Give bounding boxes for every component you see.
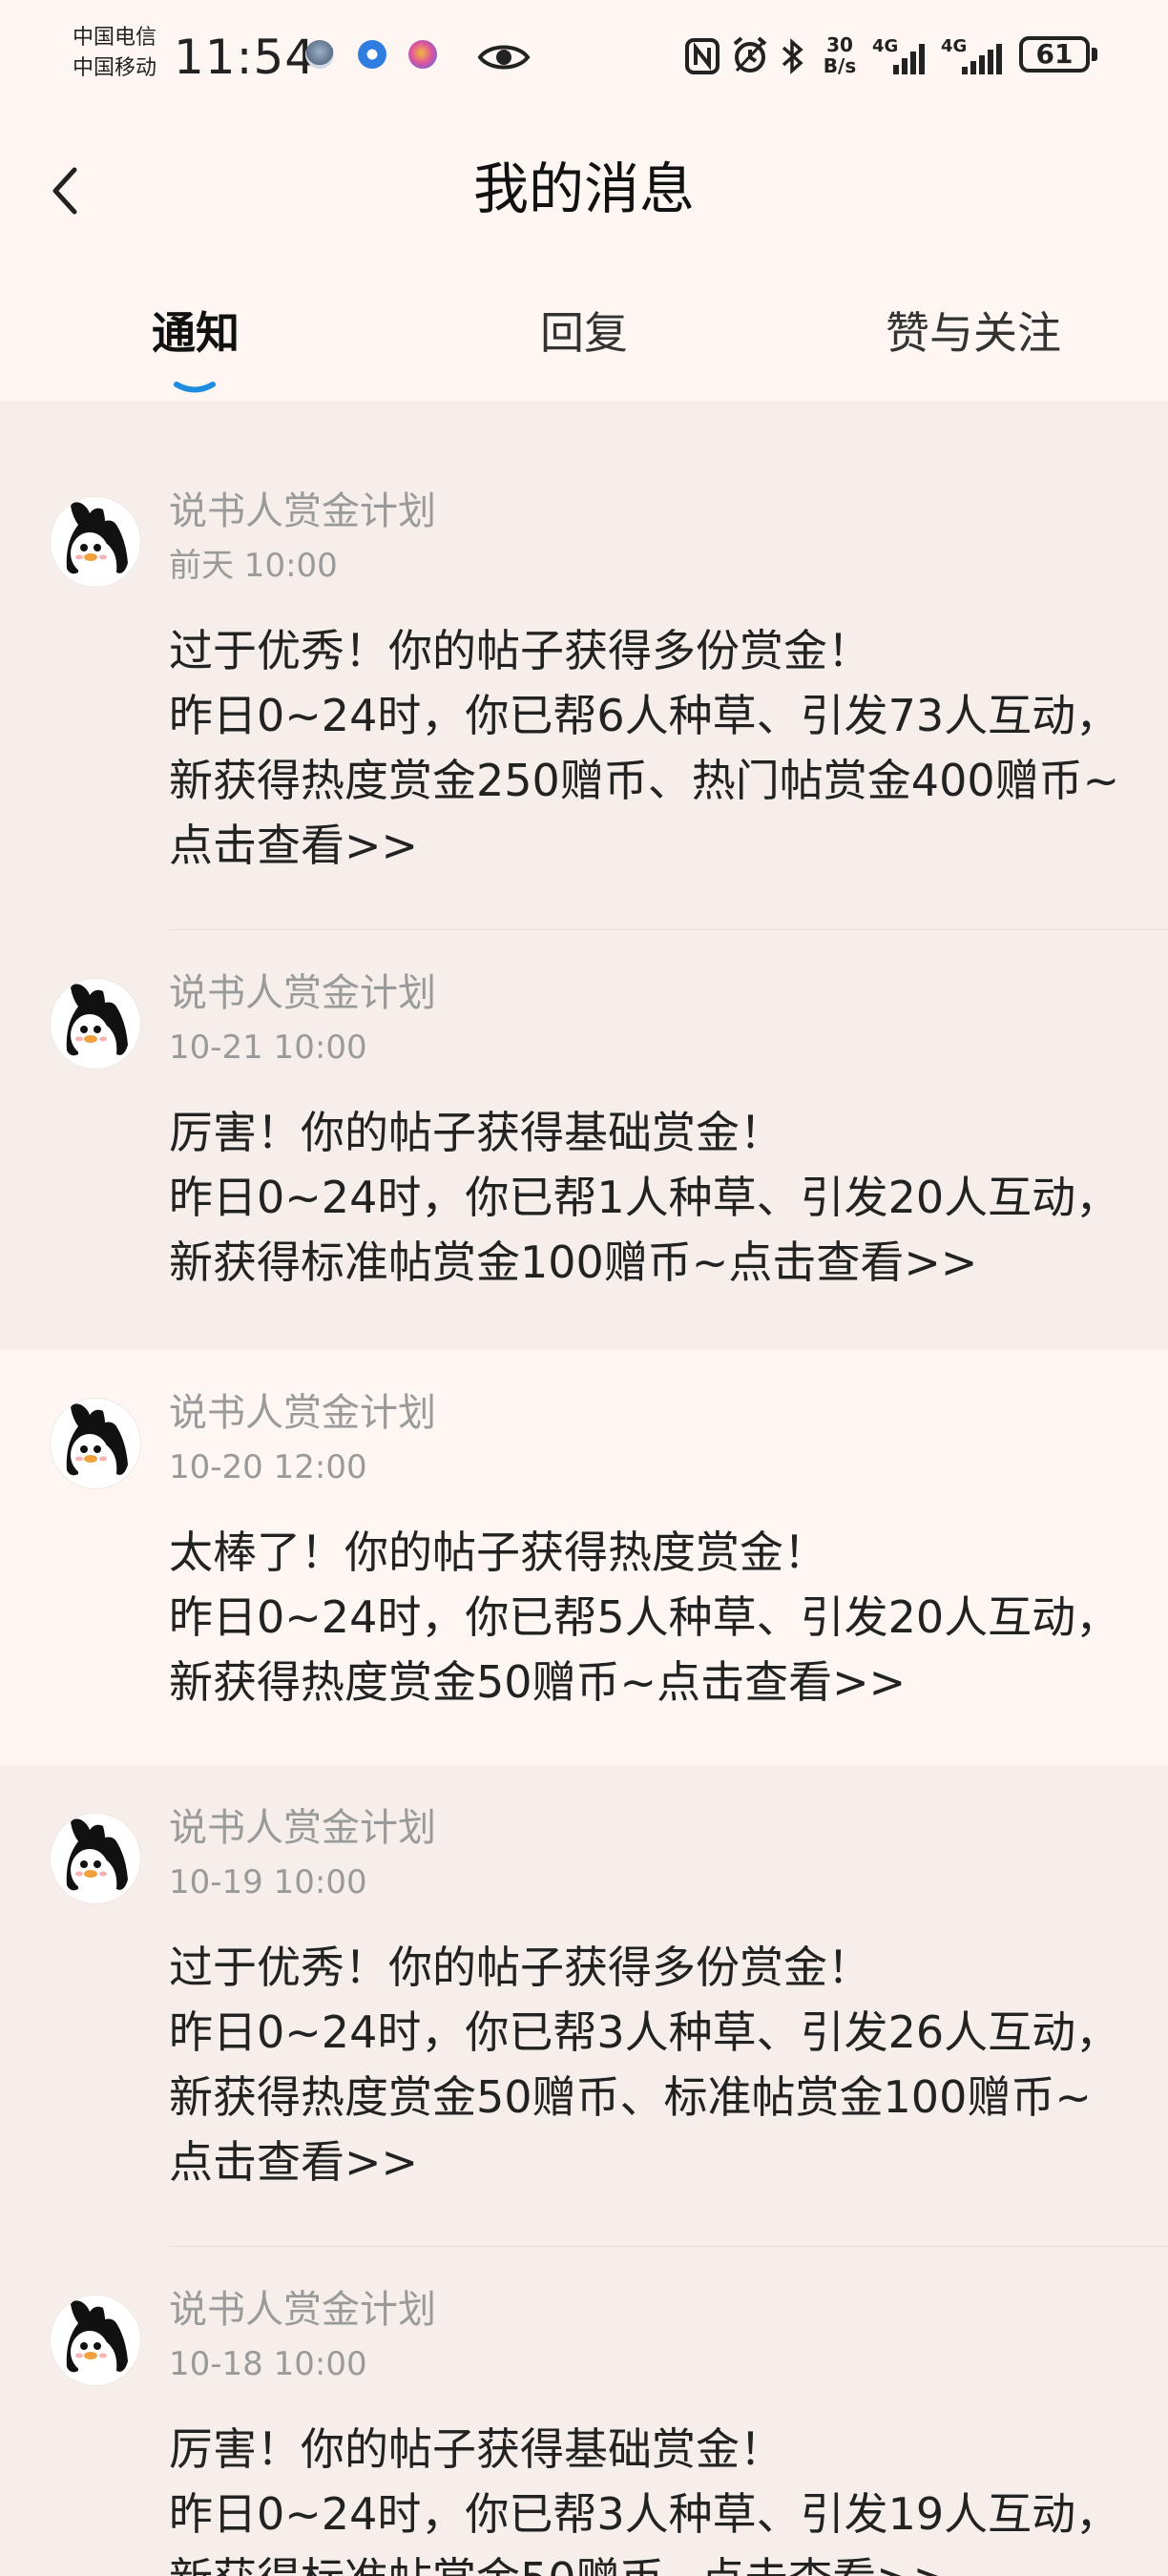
message-content: 厉害！你的帖子获得基础赏金！ 昨日0~24时，你已帮3人种草、引发19人互动，新… xyxy=(169,2417,1123,2576)
avatar xyxy=(50,1398,141,1489)
app-icon-3 xyxy=(408,40,437,69)
battery-cap xyxy=(1092,48,1097,61)
message-content: 过于优秀！你的帖子获得多份赏金！ 昨日0~24时，你已帮6人种草、引发73人互动… xyxy=(169,618,1123,878)
alarm-icon xyxy=(733,36,767,73)
message-title: 厉害！你的帖子获得基础赏金！ xyxy=(169,2423,783,2475)
list-item[interactable]: 说书人赏金计划 10-20 12:00 太棒了！你的帖子获得热度赏金！ 昨日0~… xyxy=(0,1350,1168,1765)
message-title: 厉害！你的帖子获得基础赏金！ xyxy=(169,1107,783,1158)
net-speed-unit: B/s xyxy=(823,54,857,77)
tab-notifications[interactable]: 通知 xyxy=(143,300,248,366)
list-item[interactable]: 说书人赏金计划 10-21 10:00 厉害！你的帖子获得基础赏金！ 昨日0~2… xyxy=(0,930,1168,1350)
message-content: 过于优秀！你的帖子获得多份赏金！ 昨日0~24时，你已帮3人种草、引发26人互动… xyxy=(169,1935,1123,2194)
message-title: 过于优秀！你的帖子获得多份赏金！ xyxy=(169,1942,871,1993)
list-item[interactable]: 说书人赏金计划 10-18 10:00 厉害！你的帖子获得基础赏金！ 昨日0~2… xyxy=(0,2247,1168,2576)
penguin-avatar-icon xyxy=(51,979,140,1069)
carrier-info: 中国电信 中国移动 xyxy=(73,23,156,84)
eye-icon xyxy=(477,45,531,70)
avatar xyxy=(50,1813,141,1904)
message-time: 10-18 10:00 xyxy=(169,2345,367,2383)
net-speed: 30 B/s xyxy=(819,34,861,76)
tab-likes-follows[interactable]: 赞与关注 xyxy=(878,300,1069,366)
app-icon-2 xyxy=(358,40,386,69)
message-title: 过于优秀！你的帖子获得多份赏金！ xyxy=(169,625,871,676)
message-time: 10-20 12:00 xyxy=(169,1448,367,1486)
message-content: 太棒了！你的帖子获得热度赏金！ 昨日0~24时，你已帮5人种草、引发20人互动，… xyxy=(169,1520,1123,1714)
sender-name: 说书人赏金计划 xyxy=(169,1391,436,1435)
signal-icon: 4G xyxy=(941,36,1010,76)
page-title: 我的消息 xyxy=(472,156,695,221)
sender-name: 说书人赏金计划 xyxy=(169,1806,436,1850)
nfc-icon xyxy=(685,38,720,74)
message-text: 昨日0~24时，你已帮3人种草、引发26人互动，新获得热度赏金50赠币、标准帖赏… xyxy=(169,2006,1120,2188)
bluetooth-icon xyxy=(782,38,803,74)
penguin-avatar-icon xyxy=(51,2296,140,2385)
list-item[interactable]: 说书人赏金计划 10-19 10:00 过于优秀！你的帖子获得多份赏金！ 昨日0… xyxy=(0,1765,1168,2247)
sender-name: 说书人赏金计划 xyxy=(169,2288,436,2332)
active-tab-indicator xyxy=(174,382,216,393)
message-text: 昨日0~24时，你已帮6人种草、引发73人互动，新获得热度赏金250赠币、热门帖… xyxy=(169,690,1120,871)
avatar xyxy=(50,496,141,588)
net-speed-value: 30 xyxy=(826,33,853,56)
battery-level: 61 xyxy=(1035,38,1074,70)
carrier-2: 中国移动 xyxy=(73,56,157,80)
sender-name: 说书人赏金计划 xyxy=(169,971,436,1015)
sender-name: 说书人赏金计划 xyxy=(169,489,436,533)
message-text: 昨日0~24时，你已帮1人种草、引发20人互动，新获得标准帖赏金100赠币~点击… xyxy=(169,1172,1120,1288)
status-bar: 中国电信 中国移动 11:54 30 B/s 4G 4G 61 xyxy=(0,0,1168,114)
status-time: 11:54 xyxy=(174,30,317,85)
penguin-avatar-icon xyxy=(51,497,140,587)
message-content: 厉害！你的帖子获得基础赏金！ 昨日0~24时，你已帮1人种草、引发20人互动，新… xyxy=(169,1100,1123,1295)
message-time: 10-21 10:00 xyxy=(169,1028,367,1067)
battery-icon: 61 xyxy=(1019,36,1090,73)
message-title: 太棒了！你的帖子获得热度赏金！ xyxy=(169,1527,827,1578)
avatar xyxy=(50,978,141,1070)
message-time: 10-19 10:00 xyxy=(169,1863,367,1901)
message-text: 昨日0~24时，你已帮3人种草、引发19人互动，新获得标准帖赏金50赠币~点击查… xyxy=(169,2488,1120,2576)
tab-replies[interactable]: 回复 xyxy=(532,300,636,366)
app-icon-1 xyxy=(305,40,334,69)
carrier-1: 中国电信 xyxy=(73,26,157,50)
message-list: 说书人赏金计划 前天 10:00 过于优秀！你的帖子获得多份赏金！ 昨日0~24… xyxy=(0,401,1168,2576)
penguin-avatar-icon xyxy=(51,1814,140,1903)
message-text: 昨日0~24时，你已帮5人种草、引发20人互动，新获得热度赏金50赠币~点击查看… xyxy=(169,1591,1120,1708)
penguin-avatar-icon xyxy=(51,1399,140,1488)
message-time: 前天 10:00 xyxy=(169,547,338,585)
signal-icon: 4G xyxy=(872,36,933,76)
list-item[interactable]: 说书人赏金计划 前天 10:00 过于优秀！你的帖子获得多份赏金！ 昨日0~24… xyxy=(0,401,1168,930)
tab-bar: 通知 回复 赞与关注 xyxy=(0,286,1168,401)
avatar xyxy=(50,2295,141,2386)
